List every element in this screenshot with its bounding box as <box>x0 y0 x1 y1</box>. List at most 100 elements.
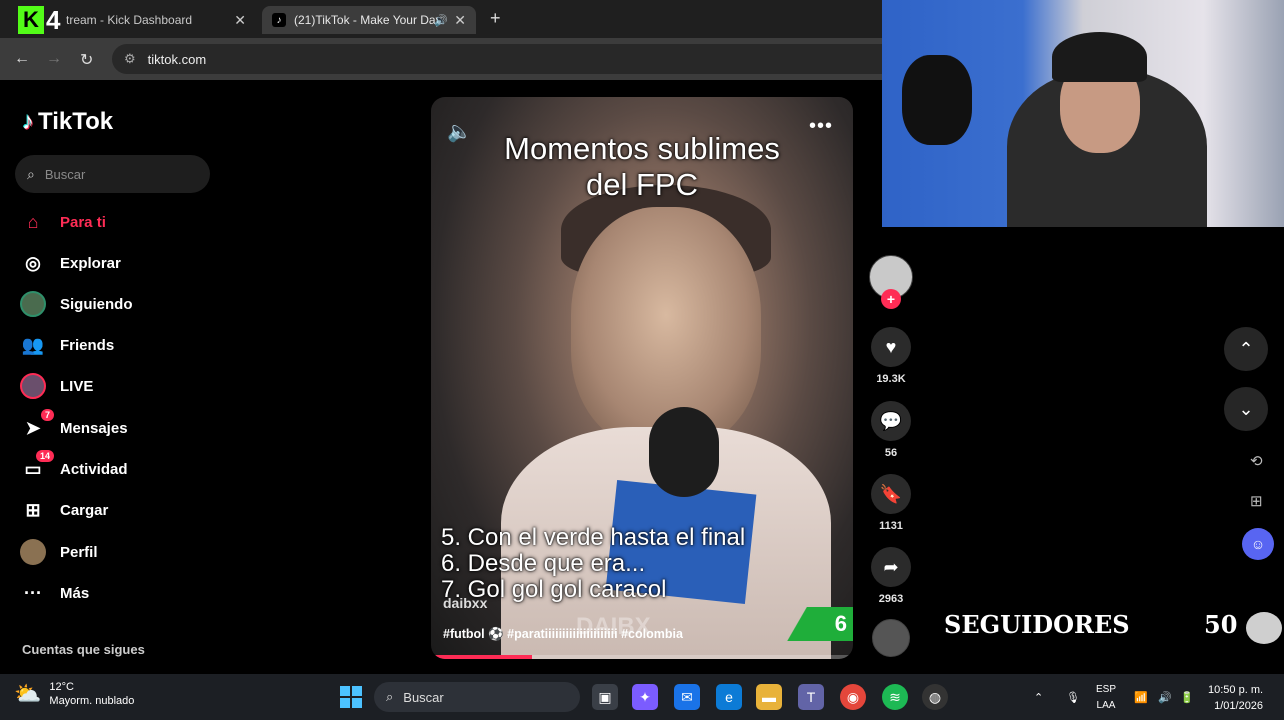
task-view-icon[interactable]: ▣ <box>592 684 618 710</box>
microphone-icon[interactable]: 🎙 <box>1066 674 1080 720</box>
windows-start-icon[interactable] <box>340 686 362 708</box>
language-indicator[interactable]: ESP LAA <box>1096 682 1116 714</box>
screen: K 4 tream - Kick Dashboard ✕ ♪ (21)TikTo… <box>0 0 1284 720</box>
messages-icon: ➤ 7 <box>20 409 54 441</box>
edge-icon[interactable]: e <box>716 684 742 710</box>
following-section-title: Cuentas que sigues <box>22 642 145 657</box>
nav-cargar[interactable]: ⊞ Cargar <box>20 495 108 525</box>
close-tab-icon[interactable]: ✕ <box>454 12 466 29</box>
file-explorer-icon[interactable]: ▬ <box>756 684 782 710</box>
nav-label: Explorar <box>60 254 121 272</box>
weather-widget[interactable]: ⛅ 12°C Mayorm. nublado <box>14 680 134 708</box>
chevron-down-icon: ⌄ <box>1238 398 1254 419</box>
copilot-icon[interactable]: ✦ <box>632 684 658 710</box>
video-hashtags[interactable]: #futbol ⚽ #paratiiiiiiiiiiiiiiiiiiiii #c… <box>443 627 683 642</box>
nav-perfil[interactable]: Perfil <box>20 537 98 567</box>
home-icon: ⌂ <box>27 211 39 232</box>
microphone-icon <box>902 55 972 145</box>
search-input[interactable]: ⌕ Buscar <box>15 155 210 193</box>
friends-icon: 👥 <box>21 334 45 355</box>
video-username[interactable]: daibxx <box>443 595 487 611</box>
obs-icon[interactable]: ◍ <box>922 684 948 710</box>
webcam-overlay <box>882 0 1284 227</box>
chrome-icon[interactable]: ◉ <box>840 684 866 710</box>
nav-mensajes[interactable]: ➤ 7 Mensajes <box>20 409 128 443</box>
battery-icon[interactable]: 🔋 <box>1180 674 1194 720</box>
video-progress-bar[interactable] <box>431 655 853 659</box>
nav-friends[interactable]: 👥 Friends <box>20 330 114 360</box>
follow-plus-icon[interactable]: + <box>881 289 901 309</box>
followers-label: SEGUIDORES <box>944 610 1130 639</box>
translate-icon[interactable]: ⟲ <box>1250 452 1263 470</box>
caption-line: 6. Desde que era... <box>441 550 646 577</box>
messages-badge: 7 <box>40 409 54 421</box>
nav-actividad[interactable]: ▭ 14 Actividad <box>20 450 128 484</box>
caption-line: 5. Con el verde hasta el final <box>441 524 746 551</box>
nav-explorar[interactable]: ◎ Explorar <box>20 248 121 278</box>
browser-toolbar: ← → ↻ ⚙ tiktok.com <box>0 38 882 80</box>
nav-para-ti[interactable]: ⌂ Para ti <box>20 207 106 237</box>
nav-live[interactable]: LIVE <box>20 371 93 401</box>
share-button[interactable]: ➦ 2963 <box>866 547 916 605</box>
comment-button[interactable]: 💬 56 <box>866 401 916 459</box>
tiktok-logo[interactable]: ♪ TikTok <box>22 108 113 136</box>
nav-siguiendo[interactable]: Siguiendo <box>20 289 133 319</box>
video-caption-list: 5. Con el verde hasta el final 6. Desde … <box>441 525 745 603</box>
chevron-up-icon: ⌃ <box>1238 338 1254 359</box>
nav-mas[interactable]: ··· Más <box>20 578 89 608</box>
reload-icon[interactable]: ↻ <box>80 50 93 70</box>
tab-tiktok[interactable]: ♪ (21)TikTok - Make Your Day 🔊 ✕ <box>262 6 476 34</box>
speaker-icon[interactable]: 🔊 <box>434 14 448 27</box>
address-bar[interactable]: ⚙ tiktok.com <box>112 44 882 74</box>
speaker-icon[interactable]: 🔈 <box>447 119 472 144</box>
tab-kick-dashboard[interactable]: tream - Kick Dashboard ✕ <box>56 6 256 34</box>
video-progress-fill <box>431 655 533 659</box>
nav-label: Friends <box>60 336 115 354</box>
close-tab-icon[interactable]: ✕ <box>234 12 246 29</box>
cloud-icon: ⛅ <box>14 681 42 706</box>
nav-label: Para ti <box>60 213 106 231</box>
show-hidden-icons[interactable]: ⌃ <box>1034 674 1043 720</box>
nav-label: LIVE <box>60 377 94 395</box>
next-video-button[interactable]: ⌄ <box>1224 387 1268 431</box>
volume-icon[interactable]: 🔊 <box>1158 674 1172 720</box>
lang-line: ESP <box>1096 684 1117 695</box>
new-tab-button[interactable]: + <box>490 8 501 29</box>
avatar <box>872 619 910 657</box>
kick-k-icon: K <box>18 6 44 34</box>
url-text: tiktok.com <box>147 51 207 67</box>
forward-icon[interactable]: → <box>46 50 62 68</box>
heart-icon: ♥ <box>871 327 911 367</box>
discord-icon[interactable]: ☺ <box>1242 528 1274 560</box>
clock-time: 10:50 p. m. <box>1208 684 1264 696</box>
spotify-icon[interactable]: ≋ <box>882 684 908 710</box>
taskbar-clock[interactable]: 10:50 p. m. 1/01/2026 <box>1208 682 1263 714</box>
previous-video-button[interactable]: ⌃ <box>1224 327 1268 371</box>
apps-icon[interactable]: ⊞ <box>1250 492 1263 510</box>
more-options-icon[interactable]: ••• <box>809 115 833 138</box>
windows-taskbar: ⛅ 12°C Mayorm. nublado ⌕ Buscar ▣ ✦ ✉ e … <box>0 674 1284 720</box>
creator-avatar[interactable]: + <box>866 255 916 309</box>
tiktok-note-icon: ♪ <box>22 108 34 135</box>
temperature: 12°C <box>49 681 74 693</box>
outlook-icon[interactable]: ✉ <box>674 684 700 710</box>
followers-count: 50 <box>1204 610 1238 639</box>
taskbar-search[interactable]: ⌕ Buscar <box>374 682 580 712</box>
video-caption-title: Momentos sublimes del FPC <box>504 131 780 202</box>
video-scene <box>649 407 719 497</box>
comment-icon: 💬 <box>871 401 911 441</box>
save-button[interactable]: 🔖 1131 <box>866 474 916 532</box>
sound-avatar[interactable] <box>866 619 916 657</box>
following-avatar-icon <box>20 291 46 317</box>
like-button[interactable]: ♥ 19.3K <box>866 327 916 385</box>
video-player[interactable]: Momentos sublimes del FPC 🔈 ••• 5. Con e… <box>431 97 853 659</box>
save-count: 1131 <box>879 520 903 532</box>
back-icon[interactable]: ← <box>14 50 30 68</box>
teams-icon[interactable]: T <box>798 684 824 710</box>
wifi-icon[interactable]: 📶 <box>1134 674 1148 720</box>
site-settings-icon[interactable]: ⚙ <box>124 51 136 67</box>
comment-count: 56 <box>884 447 898 459</box>
taskbar-search-label: Buscar <box>403 689 444 705</box>
share-icon: ➦ <box>871 547 911 587</box>
compass-icon: ◎ <box>25 252 41 273</box>
